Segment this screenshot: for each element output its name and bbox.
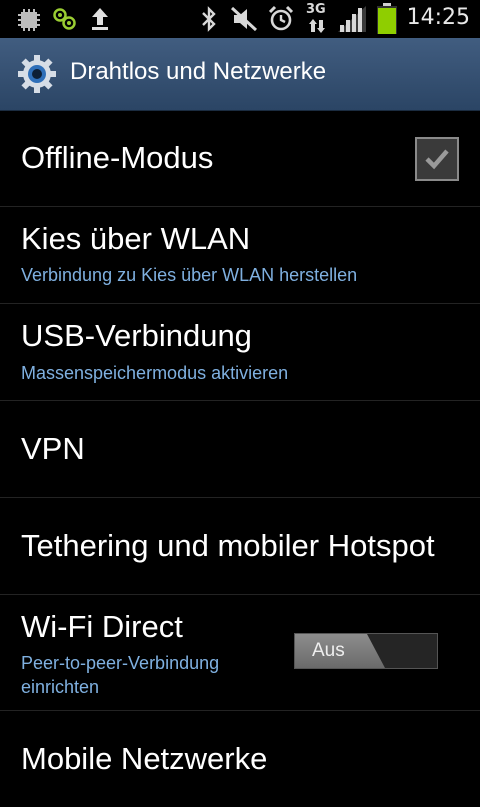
title-bar: Drahtlos und Netzwerke <box>0 38 480 111</box>
status-bar: 3G 14:25 <box>0 0 480 38</box>
mute-icon <box>230 6 258 32</box>
item-subtitle-line1: Peer-to-peer-Verbindung <box>21 653 220 673</box>
list-item-wifi-direct[interactable]: Wi-Fi Direct Peer-to-peer-Verbindung ein… <box>0 595 480 711</box>
item-title: Wi-Fi Direct <box>21 609 183 644</box>
settings-gear-icon <box>18 55 56 93</box>
item-subtitle: Verbindung zu Kies über WLAN herstellen <box>21 265 358 285</box>
item-title: Tethering und mobiler Hotspot <box>21 528 435 563</box>
list-item-kies-wlan[interactable]: Kies über WLAN Verbindung zu Kies über W… <box>0 207 480 304</box>
list-item-mobile-networks[interactable]: Mobile Netzwerke <box>0 711 480 807</box>
usb-debug-icon <box>53 8 76 30</box>
network-type-label: 3G <box>306 2 326 17</box>
offline-mode-checkbox[interactable] <box>415 137 459 181</box>
battery-icon <box>377 3 397 34</box>
item-title: Mobile Netzwerke <box>21 741 268 776</box>
list-item-vpn[interactable]: VPN <box>0 401 480 498</box>
list-item-offline-mode[interactable]: Offline-Modus <box>0 110 480 207</box>
checkmark-icon <box>425 149 449 170</box>
3g-icon: 3G <box>306 2 330 36</box>
item-subtitle: Massenspeichermodus aktivieren <box>21 363 289 383</box>
text-fade <box>440 498 480 594</box>
upload-icon <box>92 8 108 30</box>
alarm-icon <box>268 5 294 31</box>
list-item-tethering[interactable]: Tethering und mobiler Hotspot <box>0 498 480 595</box>
item-title: VPN <box>21 431 85 466</box>
bluetooth-icon <box>202 6 216 32</box>
wifi-direct-toggle[interactable]: Aus <box>294 633 438 669</box>
signal-icon <box>338 6 366 32</box>
clock: 14:25 <box>406 5 470 30</box>
page-title: Drahtlos und Netzwerke <box>70 58 327 85</box>
sim-icon <box>18 9 40 31</box>
settings-list: Offline-Modus Kies über WLAN Verbindung … <box>0 110 480 807</box>
item-title: Offline-Modus <box>21 140 214 175</box>
item-title: USB-Verbindung <box>21 318 252 353</box>
item-subtitle-line2: einrichten <box>21 677 100 697</box>
list-item-usb-connection[interactable]: USB-Verbindung Massenspeichermodus aktiv… <box>0 304 480 401</box>
item-title: Kies über WLAN <box>21 221 251 256</box>
toggle-label: Aus <box>312 640 345 661</box>
